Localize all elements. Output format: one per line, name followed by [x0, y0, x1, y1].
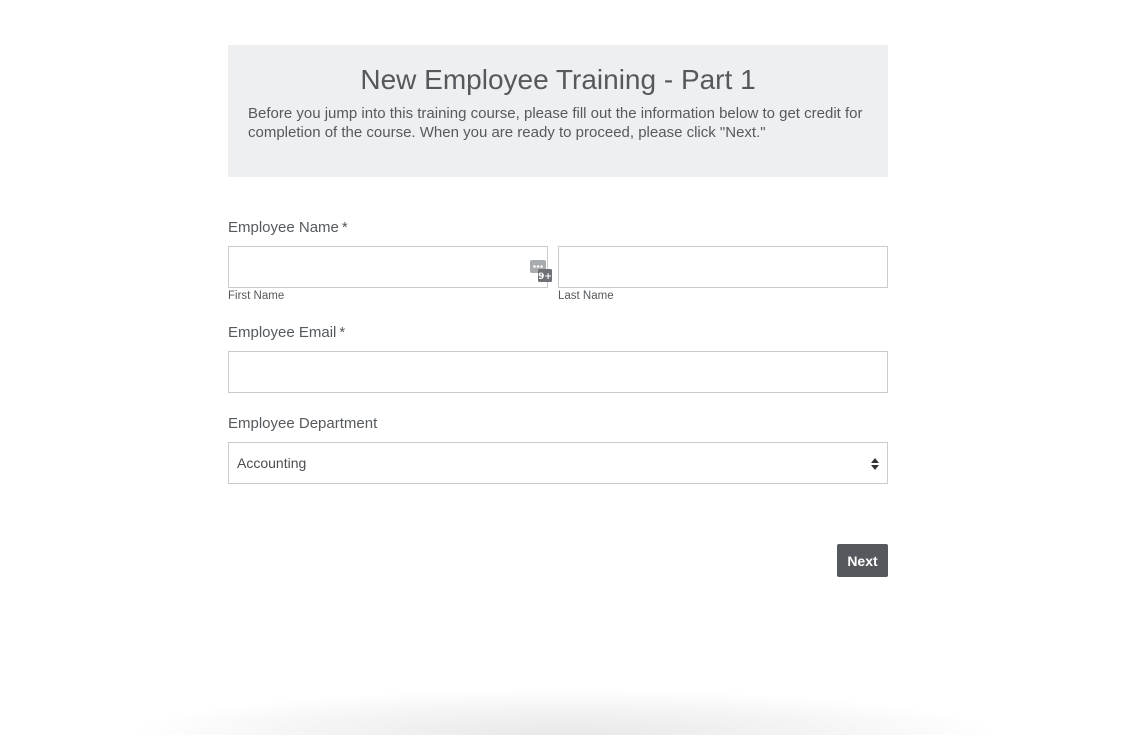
- form-header: New Employee Training - Part 1 Before yo…: [228, 45, 888, 177]
- first-name-sublabel: First Name: [228, 290, 285, 302]
- form-title: New Employee Training - Part 1: [360, 64, 756, 95]
- password-manager-icon[interactable]: 9+: [530, 260, 552, 282]
- select-arrows-icon: [871, 458, 879, 470]
- employee-name-label: Employee Name *: [228, 219, 348, 237]
- department-select[interactable]: Accounting: [228, 442, 888, 484]
- last-name-sublabel: Last Name: [558, 290, 614, 302]
- department-selected-value: Accounting: [237, 455, 307, 471]
- bottom-shadow: [135, 690, 995, 735]
- employee-email-label-text: Employee Email: [228, 324, 337, 341]
- required-mark: *: [341, 219, 348, 236]
- form-description: Before you jump into this training cours…: [248, 105, 863, 141]
- employee-department-label: Employee Department: [228, 415, 378, 432]
- required-mark: *: [339, 324, 346, 341]
- first-name-input[interactable]: [228, 246, 548, 288]
- page: New Employee Training - Part 1 Before yo…: [0, 0, 1137, 735]
- employee-email-label: Employee Email *: [228, 324, 345, 342]
- training-form: New Employee Training - Part 1 Before yo…: [228, 45, 888, 577]
- next-button[interactable]: Next: [837, 544, 888, 577]
- employee-name-label-text: Employee Name: [228, 219, 339, 236]
- svg-text:9+: 9+: [538, 272, 552, 282]
- email-input[interactable]: [228, 351, 888, 393]
- last-name-input[interactable]: [558, 246, 888, 288]
